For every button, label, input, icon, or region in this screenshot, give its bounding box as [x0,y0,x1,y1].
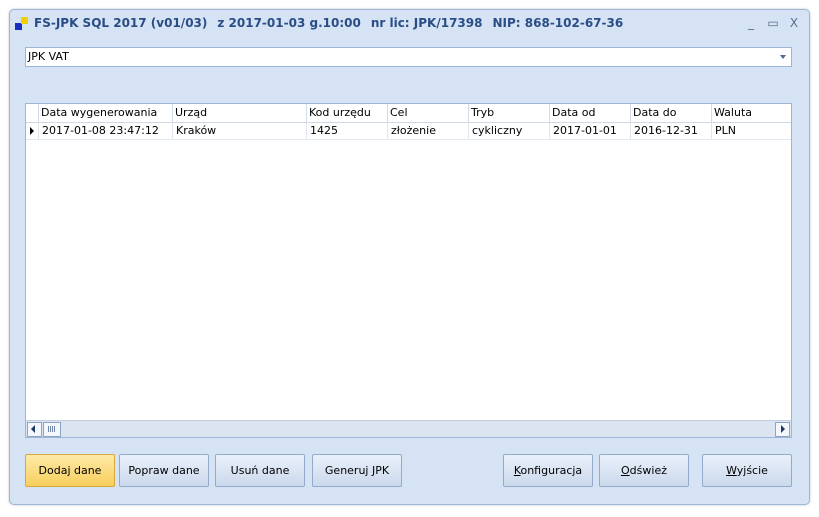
chevron-down-icon[interactable] [780,55,786,59]
cell-data-wygenerowania[interactable]: 2017-01-08 23:47:12 [38,123,172,139]
column-header-cel[interactable]: Cel [387,104,467,122]
minimize-button[interactable]: _ [743,15,759,31]
cell-tryb[interactable]: cykliczny [468,123,549,139]
refresh-button[interactable]: Odśwież [599,454,689,487]
scroll-right-button[interactable] [775,422,790,437]
cell-kod-urzedu[interactable]: 1425 [306,123,387,139]
add-data-button[interactable]: Dodaj dane [25,454,115,487]
edit-data-button[interactable]: Popraw dane [119,454,209,487]
delete-data-button[interactable]: Usuń dane [215,454,305,487]
exit-label-rest: yjście [736,464,768,477]
exit-button[interactable]: Wyjście [702,454,792,487]
title-date: z 2017-01-03 g.10:00 [217,16,361,30]
refresh-accelerator: O [621,464,630,477]
window-title: FS-JPK SQL 2017 (v01/03) z 2017-01-03 g.1… [34,16,633,30]
title-app-version: FS-JPK SQL 2017 (v01/03) [34,16,208,30]
title-license: nr lic: JPK/17398 [370,16,483,30]
table-row[interactable]: 2017-01-08 23:47:12 Kraków 1425 złożenie… [26,123,791,140]
cell-waluta[interactable]: PLN [711,123,791,139]
arrow-left-icon [31,425,35,433]
cell-data-od[interactable]: 2017-01-01 [549,123,630,139]
app-icon [15,16,31,32]
scroll-left-button[interactable] [27,422,42,437]
row-indicator-icon [26,123,38,139]
generate-jpk-button[interactable]: Generuj JPK [312,454,402,487]
column-header-data-od[interactable]: Data od [549,104,629,122]
main-window: FS-JPK SQL 2017 (v01/03) z 2017-01-03 g.1… [9,9,810,505]
maximize-button[interactable]: ▭ [765,15,781,31]
refresh-label-rest: dśwież [629,464,667,477]
column-header-kod-urzedu[interactable]: Kod urzędu [306,104,386,122]
exit-accelerator: W [726,464,737,477]
column-header-data-wygenerowania[interactable]: Data wygenerowania [38,104,171,122]
cell-cel[interactable]: złożenie [387,123,468,139]
arrow-right-icon [781,425,785,433]
scroll-thumb[interactable] [43,422,61,437]
configuration-button[interactable]: Konfiguracja [503,454,593,487]
grid-header: Data wygenerowania Urząd Kod urzędu Cel … [26,104,791,123]
column-header-data-do[interactable]: Data do [630,104,710,122]
close-button[interactable]: X [786,15,802,31]
jpk-type-value: JPK VAT [28,50,69,63]
title-nip: NIP: 868-102-67-36 [492,16,624,30]
column-header-urzad[interactable]: Urząd [172,104,305,122]
cell-urzad[interactable]: Kraków [172,123,306,139]
jpk-type-select[interactable]: JPK VAT [25,47,792,67]
data-grid[interactable]: Data wygenerowania Urząd Kod urzędu Cel … [25,103,792,438]
grip-icon [48,426,55,432]
configuration-label-rest: onfiguracja [520,464,583,477]
column-header-tryb[interactable]: Tryb [468,104,548,122]
title-bar[interactable]: FS-JPK SQL 2017 (v01/03) z 2017-01-03 g.1… [10,10,809,38]
horizontal-scrollbar[interactable] [26,420,791,437]
column-header-waluta[interactable]: Waluta [711,104,791,122]
cell-data-do[interactable]: 2016-12-31 [630,123,711,139]
